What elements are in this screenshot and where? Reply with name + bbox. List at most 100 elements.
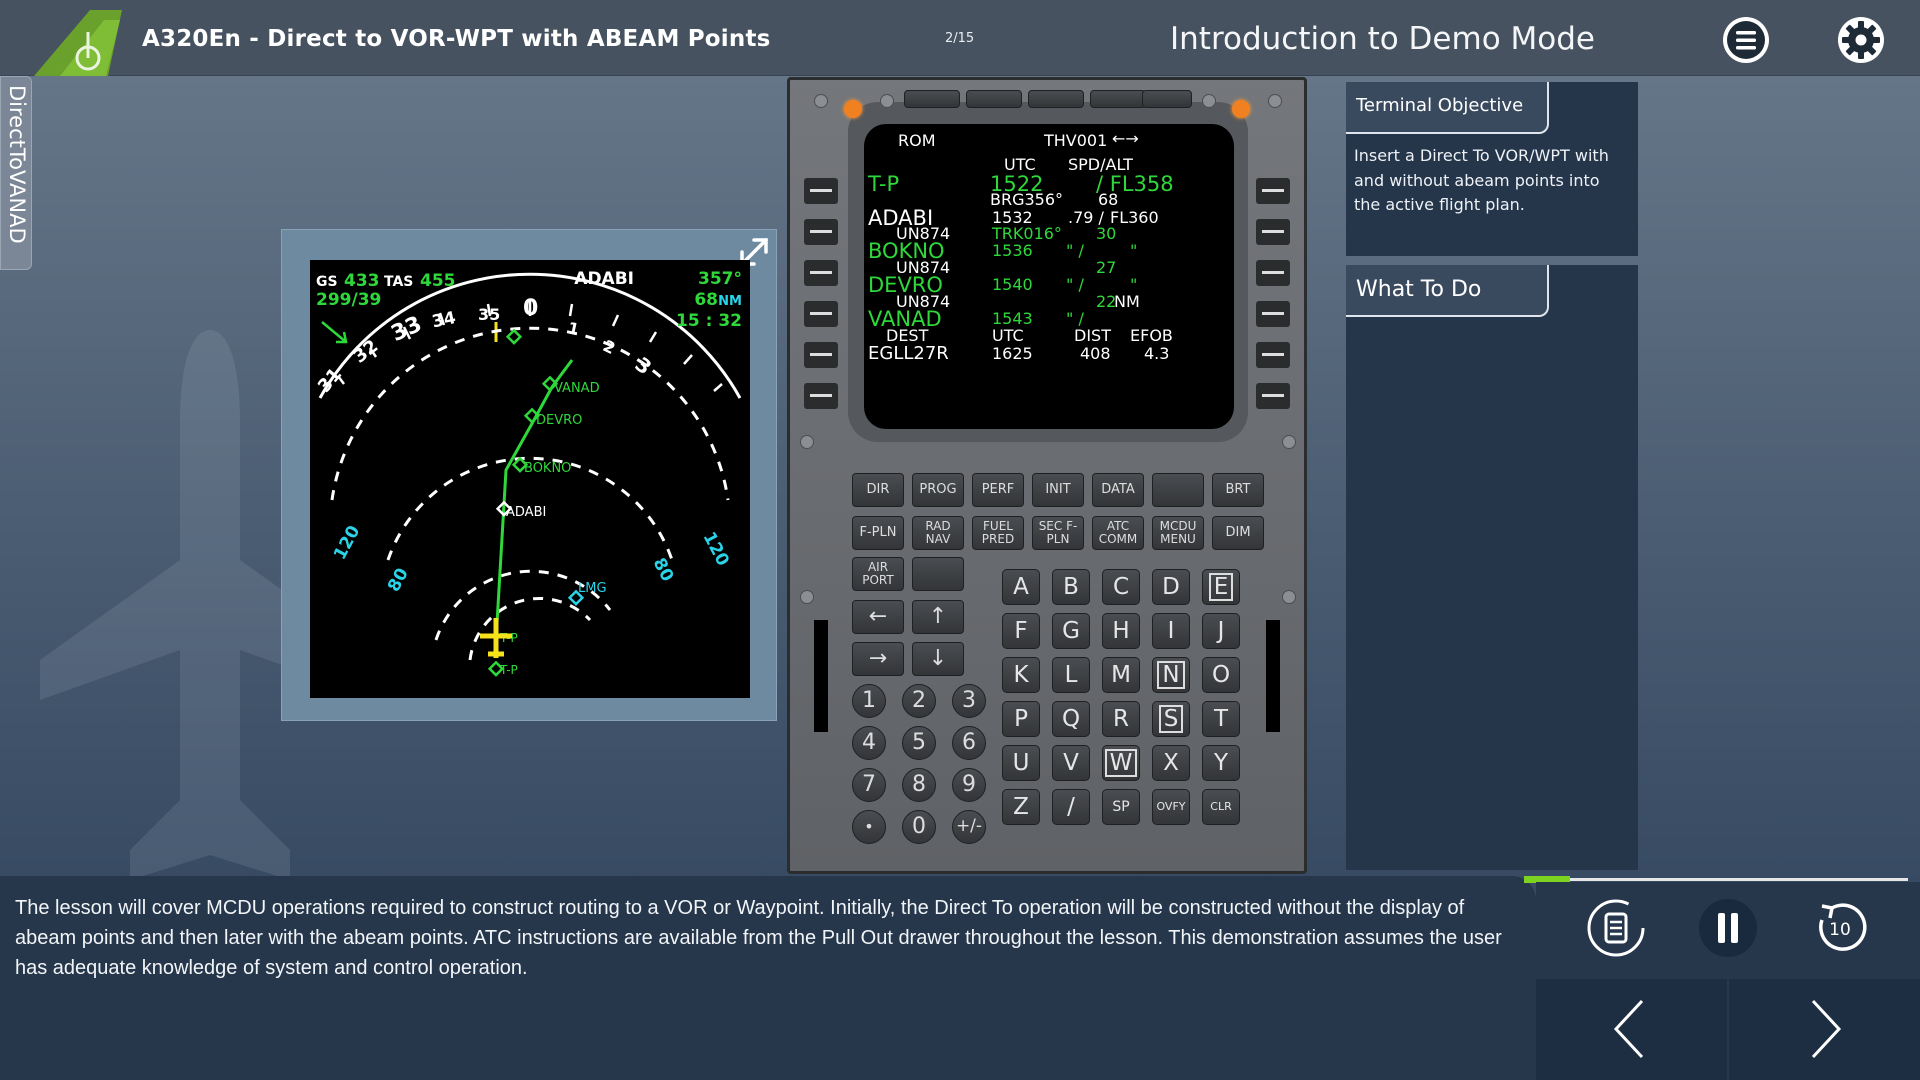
init-key[interactable]: INIT — [1032, 473, 1084, 507]
key-q[interactable]: Q — [1052, 701, 1090, 737]
key-w[interactable]: W — [1102, 745, 1140, 781]
key-8[interactable]: 8 — [902, 768, 936, 802]
arrow-right-icon[interactable]: → — [852, 642, 904, 676]
prog-key[interactable]: PROG — [912, 473, 964, 507]
lsk-2l[interactable] — [804, 219, 838, 245]
key-clr[interactable]: CLR — [1202, 789, 1240, 825]
mcdu-menu-key[interactable]: MCDU MENU — [1152, 516, 1204, 550]
chevron-right-icon — [1811, 999, 1842, 1059]
lsk-6r[interactable] — [1256, 383, 1290, 409]
key-y[interactable]: Y — [1202, 745, 1240, 781]
key-label: P — [1014, 705, 1028, 732]
lsk-4r[interactable] — [1256, 301, 1290, 327]
key-t[interactable]: T — [1202, 701, 1240, 737]
key-b[interactable]: B — [1052, 569, 1090, 605]
key-o[interactable]: O — [1202, 657, 1240, 693]
tas-value: 455 — [420, 271, 456, 291]
blank-key[interactable] — [1152, 473, 1204, 507]
key-k[interactable]: K — [1002, 657, 1040, 693]
settings-button[interactable] — [1838, 17, 1884, 63]
key-f[interactable]: F — [1002, 613, 1040, 649]
terminal-objective-title: Terminal Objective — [1356, 95, 1524, 116]
lsk-5r[interactable] — [1256, 342, 1290, 368]
key-p[interactable]: P — [1002, 701, 1040, 737]
lsk-1l[interactable] — [804, 178, 838, 204]
lsk-5l[interactable] — [804, 342, 838, 368]
narration-panel: The lesson will cover MCDU operations re… — [0, 876, 1536, 1080]
key-j[interactable]: J — [1202, 613, 1240, 649]
course-title: A320En - Direct to VOR-WPT with ABEAM Po… — [142, 26, 771, 52]
arrow-down-icon[interactable]: ↓ — [912, 642, 964, 676]
key-d[interactable]: D — [1152, 569, 1190, 605]
dist-label: DIST — [1074, 326, 1111, 345]
lsk-2r[interactable] — [1256, 219, 1290, 245]
key-m[interactable]: M — [1102, 657, 1140, 693]
menu-button[interactable] — [1723, 17, 1769, 63]
key-c[interactable]: C — [1102, 569, 1140, 605]
key-slash[interactable]: / — [1052, 789, 1090, 825]
key-sp[interactable]: SP — [1102, 789, 1140, 825]
key-h[interactable]: H — [1102, 613, 1140, 649]
rad-nav-key[interactable]: RAD NAV — [912, 516, 964, 550]
lsk-3l[interactable] — [804, 260, 838, 286]
app-logo-icon — [34, 10, 122, 76]
replay-10-icon[interactable]: 10 — [1810, 898, 1870, 958]
range-label: 80 — [384, 565, 413, 595]
key-n[interactable]: N — [1152, 657, 1190, 693]
blank-key[interactable] — [912, 557, 964, 591]
transcript-icon[interactable] — [1586, 898, 1646, 958]
next-button[interactable] — [1729, 979, 1920, 1080]
key-1[interactable]: 1 — [852, 684, 886, 718]
key-2[interactable]: 2 — [902, 684, 936, 718]
key-i[interactable]: I — [1152, 613, 1190, 649]
fpln-key[interactable]: F-PLN — [852, 516, 904, 550]
lsk-3r[interactable] — [1256, 260, 1290, 286]
mcdu-header-left: ROM — [898, 131, 936, 150]
lsk-4l[interactable] — [804, 301, 838, 327]
key-a[interactable]: A — [1002, 569, 1040, 605]
key-3[interactable]: 3 — [952, 684, 986, 718]
key-g[interactable]: G — [1052, 613, 1090, 649]
key-5[interactable]: 5 — [902, 726, 936, 760]
key-0[interactable]: 0 — [902, 810, 936, 844]
pause-icon[interactable] — [1698, 898, 1758, 958]
key-label: O — [1211, 661, 1231, 688]
key-s[interactable]: S — [1152, 701, 1190, 737]
slew-arrows-icon: ←→ — [1112, 129, 1139, 148]
perf-key[interactable]: PERF — [972, 473, 1024, 507]
airport-key[interactable]: AIR PORT — [852, 557, 904, 591]
key-9[interactable]: 9 — [952, 768, 986, 802]
key-4[interactable]: 4 — [852, 726, 886, 760]
key-6[interactable]: 6 — [952, 726, 986, 760]
key-l[interactable]: L — [1052, 657, 1090, 693]
lsk-6l[interactable] — [804, 383, 838, 409]
terminal-objective-tab[interactable]: Terminal Objective — [1346, 82, 1549, 134]
key-x[interactable]: X — [1152, 745, 1190, 781]
brt-key[interactable]: BRT — [1212, 473, 1264, 507]
arrow-left-icon[interactable]: ← — [852, 600, 904, 634]
arrow-up-icon[interactable]: ↑ — [912, 600, 964, 634]
key-label: B — [1063, 573, 1079, 600]
lsk-1r[interactable] — [1256, 178, 1290, 204]
key-u[interactable]: U — [1002, 745, 1040, 781]
previous-button[interactable] — [1536, 979, 1727, 1080]
what-to-do-tab[interactable]: What To Do — [1346, 265, 1549, 317]
key-7[interactable]: 7 — [852, 768, 886, 802]
key-z[interactable]: Z — [1002, 789, 1040, 825]
data-key[interactable]: DATA — [1092, 473, 1144, 507]
fuel-pred-key[interactable]: FUEL PRED — [972, 516, 1024, 550]
lesson-progress-bar[interactable] — [1524, 876, 1908, 883]
key-v[interactable]: V — [1052, 745, 1090, 781]
atc-comm-key[interactable]: ATC COMM — [1092, 516, 1144, 550]
key-ovfy[interactable]: OVFY — [1152, 789, 1190, 825]
key-plus-minus[interactable]: +/- — [952, 810, 986, 844]
key-e[interactable]: E — [1202, 569, 1240, 605]
key-label: V — [1063, 749, 1079, 776]
pull-out-drawer-tab[interactable]: DirectToVANAD — [0, 76, 32, 270]
what-to-do-panel: What To Do — [1346, 265, 1638, 870]
sec-fpln-key[interactable]: SEC F-PLN — [1032, 516, 1084, 550]
dim-key[interactable]: DIM — [1212, 516, 1264, 550]
key-decimal[interactable]: • — [852, 810, 886, 844]
dir-key[interactable]: DIR — [852, 473, 904, 507]
key-r[interactable]: R — [1102, 701, 1140, 737]
